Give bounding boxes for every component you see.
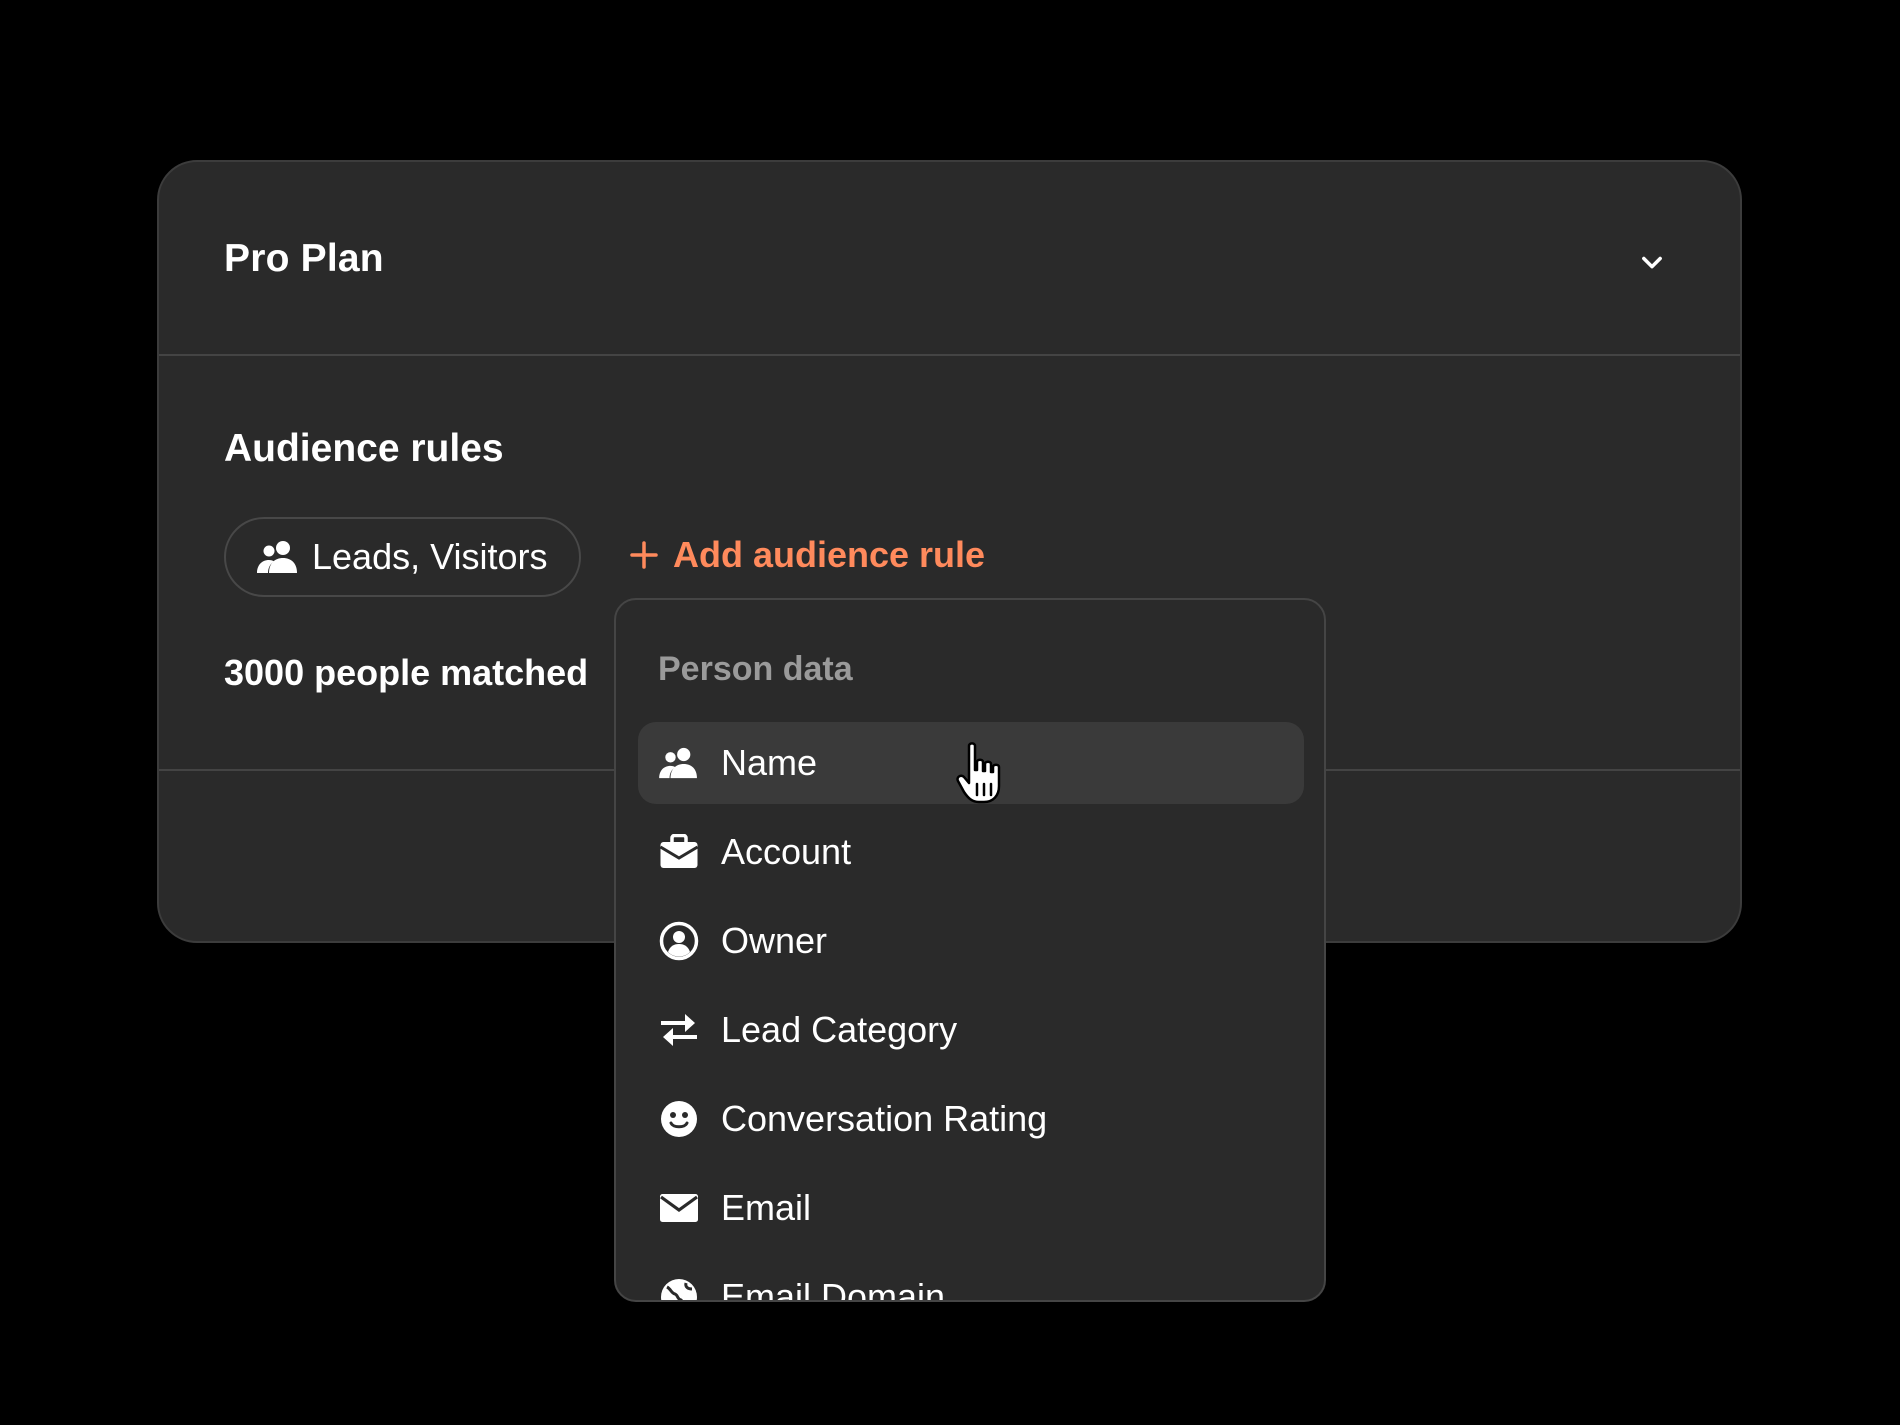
menu-item-owner[interactable]: Owner bbox=[638, 900, 1304, 982]
menu-item-label: Conversation Rating bbox=[721, 1098, 1048, 1139]
chevron-down-icon bbox=[1642, 256, 1662, 269]
envelope-icon bbox=[658, 1187, 700, 1229]
audience-rule-label: Leads, Visitors bbox=[312, 536, 548, 577]
menu-item-label: Account bbox=[721, 831, 852, 872]
user-circle-icon bbox=[658, 920, 700, 962]
person-data-dropdown[interactable]: Person data Name Account Owner Lead Cate… bbox=[614, 598, 1326, 1302]
menu-item-account[interactable]: Account bbox=[638, 811, 1304, 893]
add-audience-rule-button[interactable]: Add audience rule bbox=[629, 534, 985, 576]
smiley-icon bbox=[658, 1098, 700, 1140]
add-audience-rule-label: Add audience rule bbox=[673, 534, 986, 575]
menu-item-label: Email Domain bbox=[721, 1276, 946, 1302]
plan-title: Pro Plan bbox=[224, 237, 384, 280]
dropdown-section-header: Person data bbox=[658, 650, 853, 688]
audience-rule-chip[interactable]: Leads, Visitors bbox=[224, 517, 582, 597]
menu-item-label: Lead Category bbox=[721, 1009, 958, 1050]
globe-icon bbox=[658, 1276, 700, 1300]
card-header[interactable]: Pro Plan bbox=[159, 162, 1740, 356]
menu-item-email[interactable]: Email bbox=[638, 1167, 1304, 1249]
menu-item-lead-category[interactable]: Lead Category bbox=[638, 989, 1304, 1071]
people-icon bbox=[658, 742, 700, 784]
briefcase-icon bbox=[658, 831, 700, 873]
menu-item-email-domain[interactable]: Email Domain bbox=[638, 1256, 1304, 1302]
section-title: Audience rules bbox=[224, 427, 504, 470]
menu-item-label: Name bbox=[721, 742, 818, 783]
plus-icon bbox=[630, 541, 658, 569]
menu-item-label: Owner bbox=[721, 920, 828, 961]
menu-item-conversation-rating[interactable]: Conversation Rating bbox=[638, 1078, 1304, 1160]
swap-arrows-icon bbox=[658, 1009, 700, 1051]
people-icon bbox=[257, 541, 297, 573]
menu-item-name[interactable]: Name bbox=[638, 722, 1304, 804]
stage: Pro Plan Audience rules Leads, Visitors … bbox=[0, 0, 1900, 1425]
collapse-button[interactable] bbox=[1632, 242, 1672, 282]
matched-count-text: 3000 people matched bbox=[224, 652, 589, 693]
menu-item-label: Email bbox=[721, 1187, 812, 1228]
